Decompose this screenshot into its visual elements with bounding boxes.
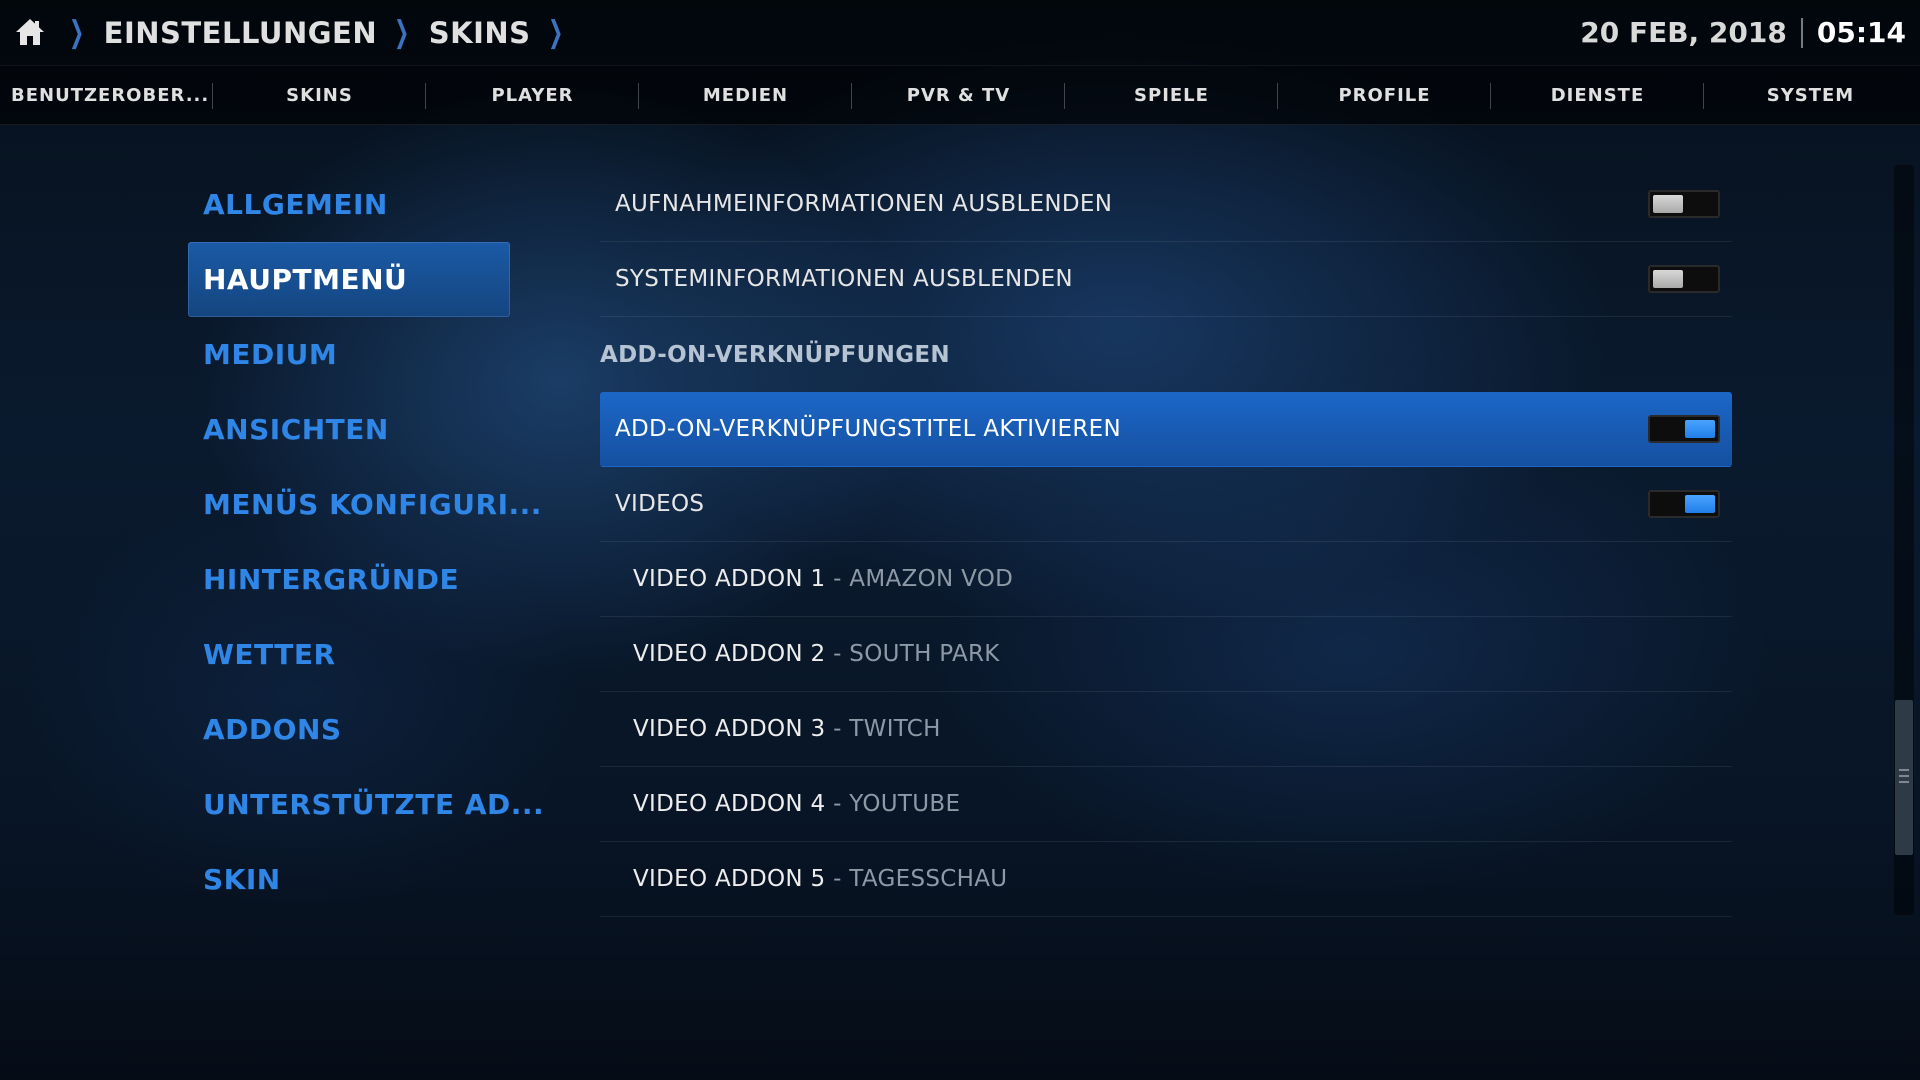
category-hauptmenue[interactable]: HAUPTMENÜ [188,242,510,317]
setting-video-addon-2[interactable]: VIDEO ADDON 2 - SOUTH PARK [600,617,1732,692]
addon-name: - TWITCH [825,716,941,742]
setting-video-addon-5[interactable]: VIDEO ADDON 5 - TAGESSCHAU [600,842,1732,917]
category-menu: ALLGEMEIN HAUPTMENÜ MEDIUM ANSICHTEN MEN… [188,167,544,917]
tab-pvr-tv[interactable]: PVR & TV [852,66,1065,124]
breadcrumb-item-skins[interactable]: SKINS [429,16,531,50]
scrollbar-thumb[interactable] [1895,700,1913,855]
setting-video-addon-1[interactable]: VIDEO ADDON 1 - AMAZON VOD [600,542,1732,617]
home-icon[interactable] [14,16,46,48]
category-addons[interactable]: ADDONS [188,692,510,767]
category-medium[interactable]: MEDIUM [188,317,510,392]
addon-label: VIDEO ADDON 3 - TWITCH [633,716,941,742]
toggle-knob [1685,420,1715,438]
tab-spiele[interactable]: SPIELE [1065,66,1278,124]
setting-systeminformationen-ausblenden[interactable]: SYSTEMINFORMATIONEN AUSBLENDEN [600,242,1732,317]
scrollbar-track[interactable] [1894,165,1914,915]
header-bar: ❯ EINSTELLUNGEN ❯ SKINS ❯ 20 FEB, 2018 0… [0,0,1920,65]
breadcrumb-separator-icon: ❯ [394,15,410,50]
tab-player[interactable]: PLAYER [426,66,639,124]
breadcrumb: ❯ EINSTELLUNGEN ❯ SKINS ❯ [58,0,582,65]
tab-dienste[interactable]: DIENSTE [1491,66,1704,124]
addon-name: - TAGESSCHAU [825,866,1008,892]
category-allgemein[interactable]: ALLGEMEIN [188,167,510,242]
setting-label: ADD-ON-VERKNÜPFUNGSTITEL AKTIVIEREN [615,416,1121,442]
tab-benutzeroberflaeche[interactable]: BENUTZEROBER... [0,66,213,124]
setting-videos[interactable]: VIDEOS [600,467,1732,542]
clock: 20 FEB, 2018 05:14 [1580,0,1906,65]
setting-label: SYSTEMINFORMATIONEN AUSBLENDEN [615,266,1073,292]
section-header-addon-verknuepfungen: ADD-ON-VERKNÜPFUNGEN [600,317,1732,392]
category-wetter[interactable]: WETTER [188,617,510,692]
tab-skins[interactable]: SKINS [213,66,426,124]
addon-slot: VIDEO ADDON 4 [633,791,826,817]
toggle-knob [1653,195,1683,213]
grip-line [1899,769,1909,771]
category-hintergruende[interactable]: HINTERGRÜNDE [188,542,510,617]
setting-label: AUFNAHMEINFORMATIONEN AUSBLENDEN [615,191,1113,217]
addon-slot: VIDEO ADDON 3 [633,716,826,742]
setting-video-addon-4[interactable]: VIDEO ADDON 4 - YOUTUBE [600,767,1732,842]
category-ansichten[interactable]: ANSICHTEN [188,392,510,467]
setting-label: VIDEOS [615,491,705,517]
breadcrumb-separator-icon: ❯ [547,15,564,50]
toggle-switch[interactable] [1648,490,1720,518]
addon-label: VIDEO ADDON 5 - TAGESSCHAU [633,866,1007,892]
setting-video-addon-3[interactable]: VIDEO ADDON 3 - TWITCH [600,692,1732,767]
time-label: 05:14 [1816,16,1906,49]
toggle-knob [1653,270,1683,288]
category-skin[interactable]: SKIN [188,842,510,917]
toggle-knob [1685,495,1715,513]
tab-medien[interactable]: MEDIEN [639,66,852,124]
addon-slot: VIDEO ADDON 5 [633,866,826,892]
addon-name: - AMAZON VOD [825,566,1014,592]
addon-name: - YOUTUBE [825,791,961,817]
addon-label: VIDEO ADDON 1 - AMAZON VOD [633,566,1013,592]
tab-system[interactable]: SYSTEM [1704,66,1917,124]
toggle-switch[interactable] [1648,415,1720,443]
tab-profile[interactable]: PROFILE [1278,66,1491,124]
date-label: 20 FEB, 2018 [1580,16,1787,49]
settings-list: AUFNAHMEINFORMATIONEN AUSBLENDEN SYSTEMI… [600,167,1732,917]
breadcrumb-item-einstellungen[interactable]: EINSTELLUNGEN [104,16,377,50]
addon-label: VIDEO ADDON 4 - YOUTUBE [633,791,960,817]
addon-slot: VIDEO ADDON 1 [633,566,826,592]
grip-line [1899,775,1909,777]
section-label: ADD-ON-VERKNÜPFUNGEN [600,341,950,368]
setting-aufnahmeinformationen-ausblenden[interactable]: AUFNAHMEINFORMATIONEN AUSBLENDEN [600,167,1732,242]
breadcrumb-separator-icon: ❯ [69,15,85,50]
toggle-switch[interactable] [1648,190,1720,218]
setting-addon-verknuepfungstitel-aktivieren[interactable]: ADD-ON-VERKNÜPFUNGSTITEL AKTIVIEREN [600,392,1732,467]
addon-slot: VIDEO ADDON 2 [633,641,826,667]
addon-label: VIDEO ADDON 2 - SOUTH PARK [633,641,1000,667]
settings-tab-bar: BENUTZEROBER... SKINS PLAYER MEDIEN PVR … [0,65,1920,125]
grip-line [1899,781,1909,783]
category-unterstuetzte-addons[interactable]: UNTERSTÜTZTE AD... [188,767,544,842]
category-menues-konfigurieren[interactable]: MENÜS KONFIGURI... [188,467,541,542]
clock-divider [1800,17,1803,48]
addon-name: - SOUTH PARK [825,641,1000,667]
toggle-switch[interactable] [1648,265,1720,293]
